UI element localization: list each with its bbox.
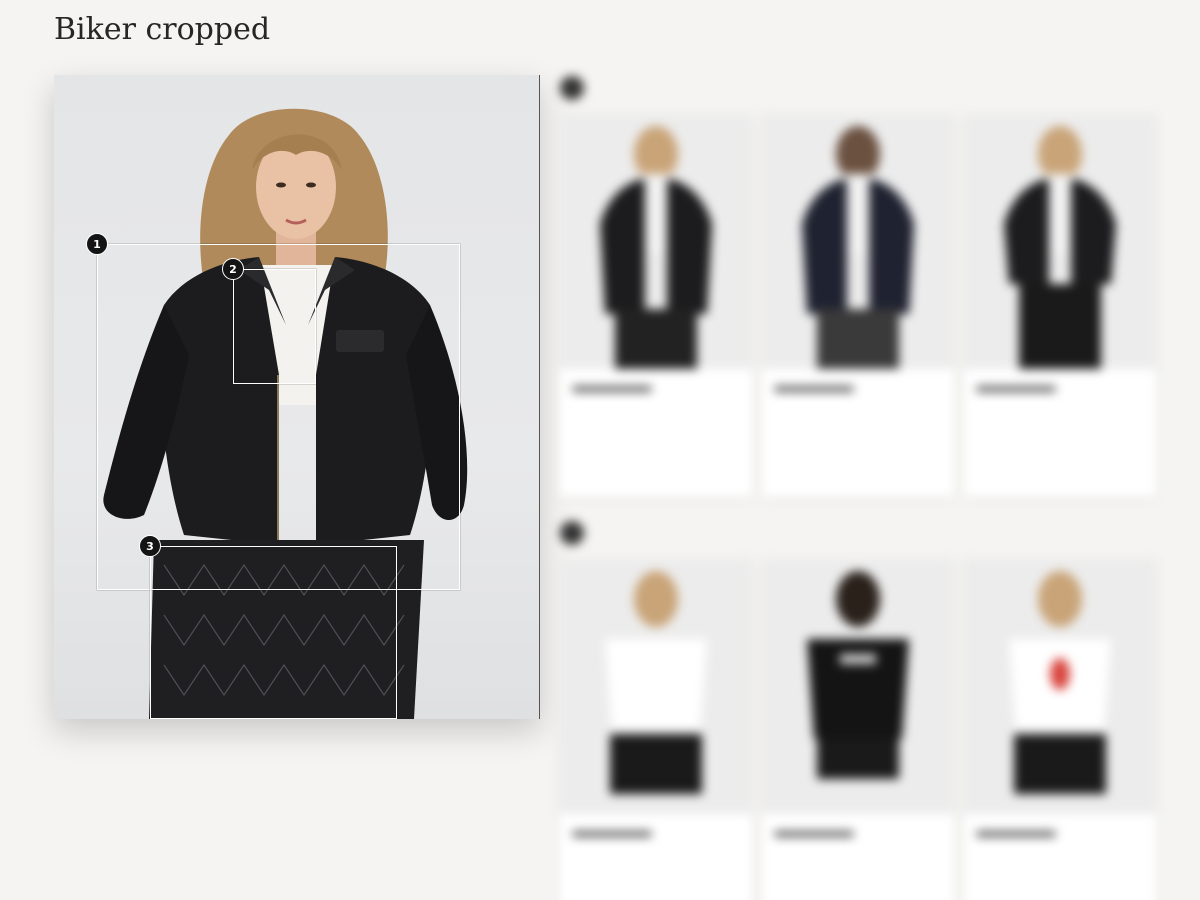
hotspot-badge-3[interactable]: 3 [139, 535, 161, 557]
product-card[interactable] [560, 114, 752, 497]
product-tag [572, 831, 652, 837]
product-photo: 1 2 3 [54, 75, 540, 719]
product-image[interactable] [964, 114, 1156, 369]
product-card[interactable] [762, 114, 954, 497]
hotspot-2-top[interactable]: 2 [222, 258, 316, 384]
product-image[interactable] [762, 114, 954, 369]
product-image[interactable] [560, 114, 752, 369]
similar-products-panel [560, 70, 1170, 900]
product-card[interactable] [964, 559, 1156, 900]
section-2-header [560, 515, 1170, 551]
section-number-badge [560, 521, 584, 545]
product-card[interactable] [560, 559, 752, 900]
product-tag [774, 386, 854, 392]
section-number-badge [560, 76, 584, 100]
product-tag [572, 386, 652, 392]
product-tag [976, 386, 1056, 392]
product-card[interactable] [964, 114, 1156, 497]
product-tag [976, 831, 1056, 837]
product-image[interactable] [964, 559, 1156, 814]
product-image[interactable] [762, 559, 954, 814]
product-grid-1 [560, 114, 1170, 497]
product-card[interactable] [762, 559, 954, 900]
page-title: Biker cropped [54, 12, 271, 47]
hotspot-badge-1[interactable]: 1 [86, 233, 108, 255]
hotspot-badge-2[interactable]: 2 [222, 258, 244, 280]
product-grid-2 [560, 559, 1170, 900]
hotspot-3-trousers[interactable]: 3 [139, 535, 397, 719]
product-image[interactable] [560, 559, 752, 814]
section-1-header [560, 70, 1170, 106]
product-tag [774, 831, 854, 837]
